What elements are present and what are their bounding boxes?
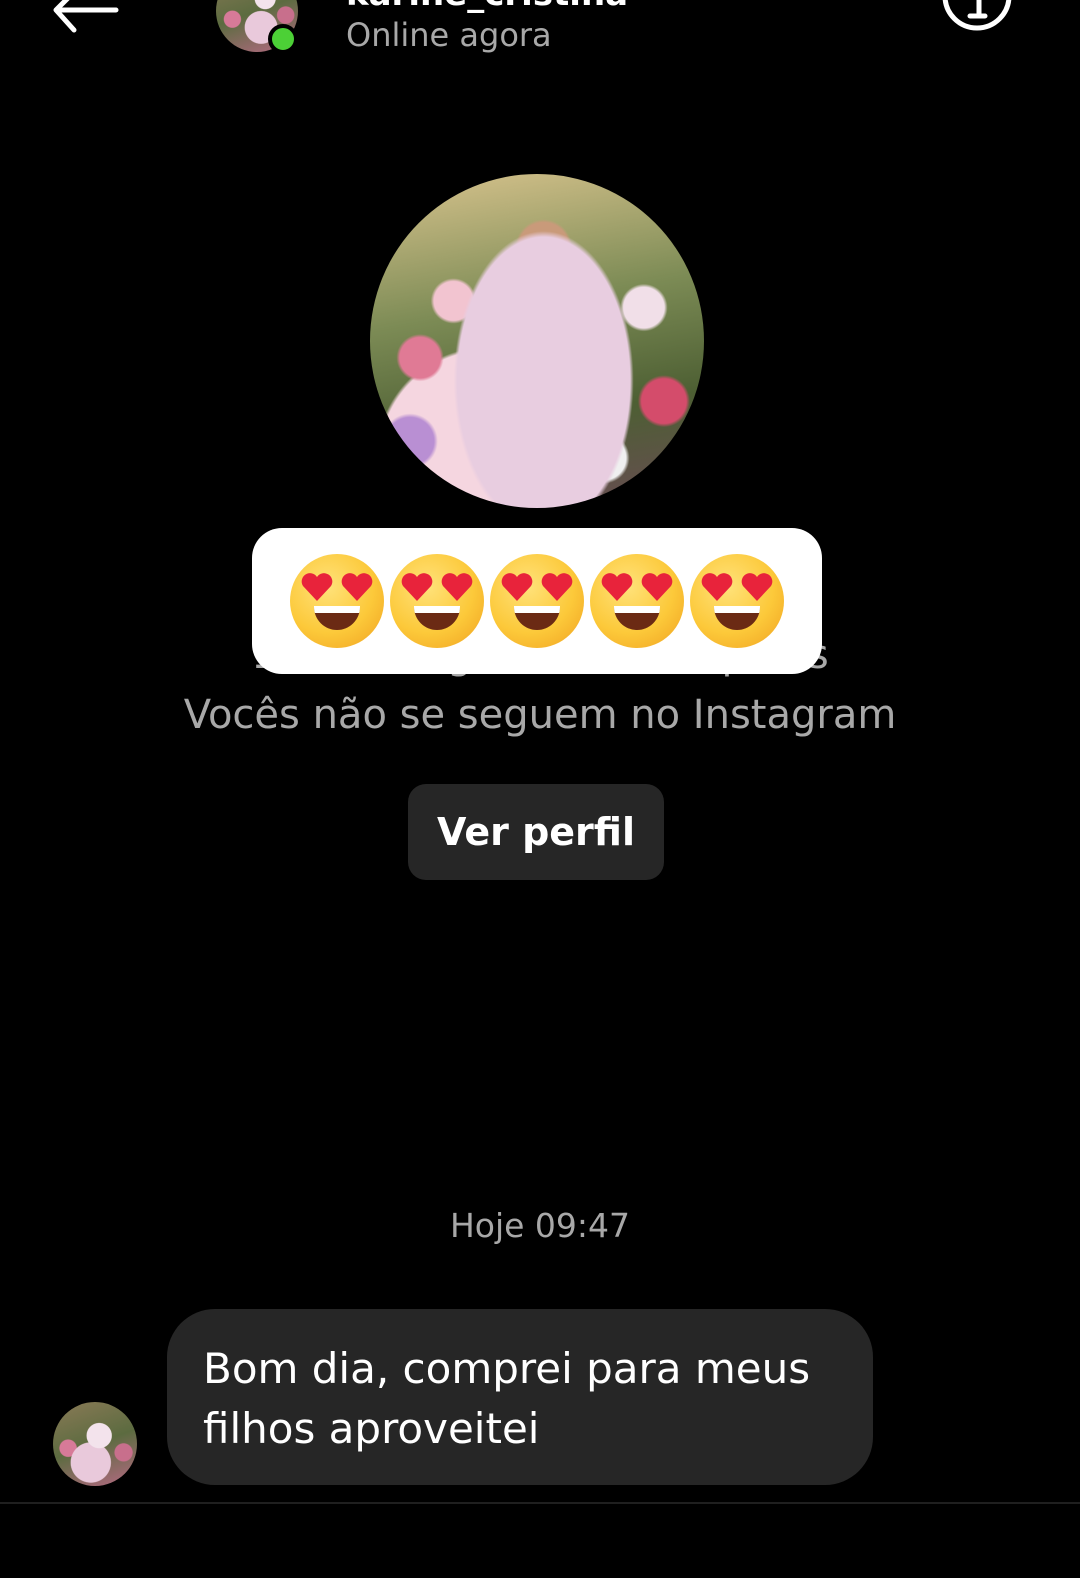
sender-avatar[interactable] [53,1402,137,1486]
emoji-sticker-overlay [252,528,822,674]
view-profile-button[interactable]: Ver perfil [408,784,664,880]
divider [0,1502,1080,1504]
message-timestamp: Hoje 09:47 [449,1206,631,1245]
arrow-left-icon [53,0,119,33]
heart-eyes-emoji [390,554,484,648]
username[interactable]: karine_cristina [346,0,628,14]
info-icon [942,0,1012,31]
follow-status: Vocês não se seguem no Instagram [183,692,897,738]
back-button[interactable] [48,0,120,40]
online-status-dot [268,24,298,54]
heart-eyes-emoji [290,554,384,648]
message-bubble[interactable]: Bom dia, comprei para meus filhos aprove… [167,1309,873,1485]
heart-eyes-emoji [690,554,784,648]
online-status-text: Online agora [346,16,552,54]
info-button[interactable] [942,0,1012,46]
profile-photo[interactable] [370,174,704,508]
heart-eyes-emoji [490,554,584,648]
heart-eyes-emoji [590,554,684,648]
